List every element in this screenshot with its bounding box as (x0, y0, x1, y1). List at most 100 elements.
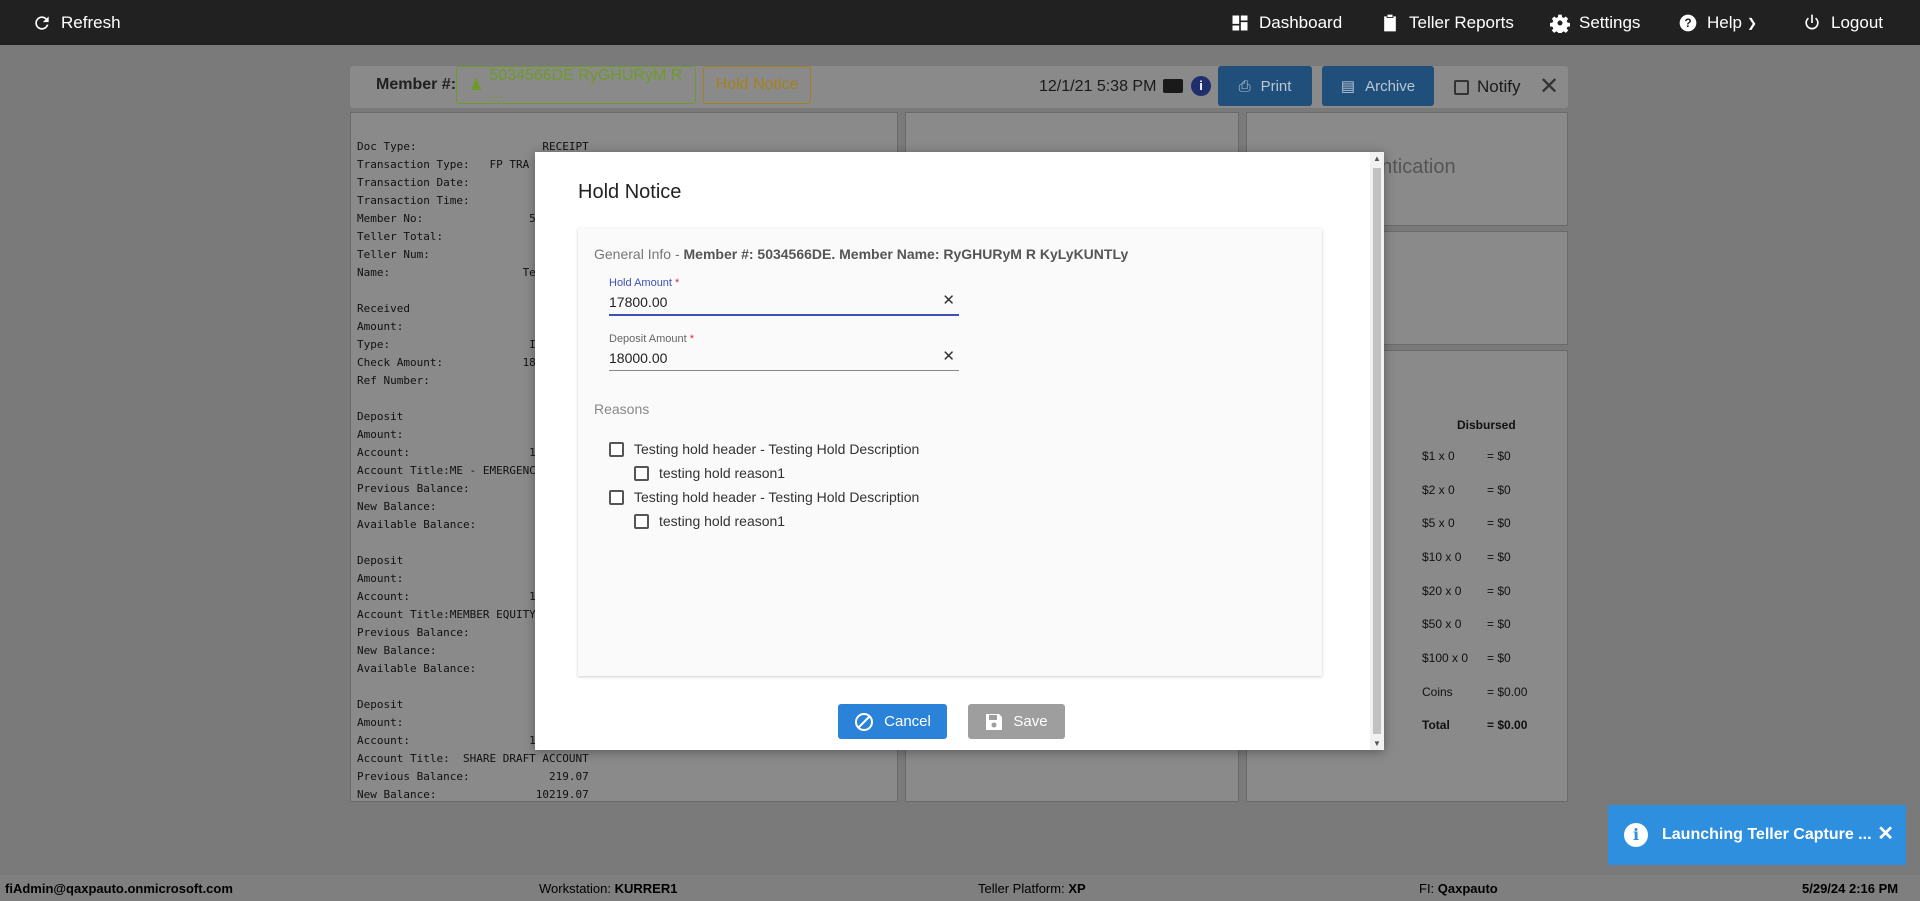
settings-link[interactable]: Settings (1550, 0, 1640, 45)
close-icon[interactable]: ✕ (1539, 72, 1559, 101)
hold-amount-label: Hold Amount * (609, 277, 680, 289)
refresh-button[interactable]: Refresh (32, 0, 121, 45)
settings-label: Settings (1579, 12, 1641, 32)
teller-reports-label: Teller Reports (1409, 12, 1514, 32)
reason-header-label: Testing hold header - Testing Hold Descr… (634, 489, 920, 505)
archive-label: Archive (1365, 77, 1416, 95)
disbursed-denomination: $1 x 0 (1422, 449, 1455, 463)
disbursed-amount: = $0 (1487, 550, 1511, 564)
save-button[interactable]: Save (968, 704, 1065, 739)
disbursed-denomination: $5 x 0 (1422, 516, 1455, 530)
scroll-up-icon[interactable]: ▲ (1373, 154, 1381, 163)
status-fi: FI: Qaxpauto (1419, 881, 1498, 896)
notify-checkbox-box[interactable] (1454, 79, 1469, 95)
info-icon[interactable]: i (1191, 76, 1211, 96)
logout-label: Logout (1831, 12, 1883, 32)
print-button[interactable]: ⎙ Print (1218, 66, 1312, 106)
member-chip[interactable]: ♟ 5034566DE RyGHURyM R ... (456, 66, 696, 104)
status-bar: fiAdmin@qaxpauto.onmicrosoft.com Worksta… (0, 875, 1920, 901)
general-info: General Info - Member #: 5034566DE. Memb… (594, 246, 1128, 262)
toast-notification: i Launching Teller Capture ... ✕ (1608, 805, 1906, 865)
save-label: Save (1013, 713, 1048, 730)
dialog-title: Hold Notice (578, 181, 682, 203)
deposit-amount-field: Deposit Amount * ✕ (609, 333, 959, 371)
disbursed-row: $20 x 0 = $0 (1422, 584, 1562, 598)
dialog-scrollbar[interactable]: ▲ ▼ (1370, 152, 1384, 750)
general-info-card: General Info - Member #: 5034566DE. Memb… (578, 228, 1322, 676)
disbursed-amount: = $0.00 (1487, 718, 1528, 732)
help-menu[interactable]: ? Help ❯ (1678, 0, 1757, 45)
user-icon: ♟ (469, 77, 484, 94)
teller-reports-link[interactable]: Teller Reports (1380, 0, 1514, 45)
disbursed-amount: = $0 (1487, 617, 1511, 631)
disbursed-amount: = $0 (1487, 651, 1511, 665)
disbursed-amount: = $0 (1487, 516, 1511, 530)
status-user: fiAdmin@qaxpauto.onmicrosoft.com (5, 881, 233, 896)
clear-hold-amount-icon[interactable]: ✕ (942, 291, 955, 309)
reasons-label: Reasons (594, 401, 650, 417)
dashboard-link[interactable]: Dashboard (1230, 0, 1342, 45)
general-info-detail: Member #: 5034566DE. Member Name: RyGHUR… (683, 246, 1129, 262)
print-label: Print (1260, 77, 1292, 95)
disbursed-row: $1 x 0 = $0 (1422, 449, 1562, 463)
archive-icon: ▤ (1340, 78, 1356, 95)
hold-amount-field: Hold Amount * ✕ (609, 277, 959, 316)
disbursed-row: $100 x 0 = $0 (1422, 651, 1562, 665)
reason-label: testing hold reason1 (659, 465, 786, 481)
disbursed-denomination: $50 x 0 (1422, 617, 1462, 631)
power-icon (1805, 14, 1819, 29)
reason-header-checkbox[interactable]: Testing hold header - Testing Hold Descr… (609, 441, 919, 457)
disbursed-header: Disbursed (1457, 418, 1516, 432)
printer-icon: ⎙ (1238, 77, 1251, 95)
keyboard-icon[interactable] (1163, 79, 1183, 93)
status-datetime: 5/29/24 2:16 PM (1802, 881, 1899, 896)
disbursed-total-row: Total = $0.00 (1422, 718, 1562, 732)
floppy-disk-icon (986, 713, 1003, 730)
reason-checkbox[interactable]: testing hold reason1 (634, 513, 785, 529)
dashboard-label: Dashboard (1259, 12, 1343, 32)
dialog-scrollbar-thumb[interactable] (1373, 168, 1381, 734)
disbursed-amount: = $0 (1487, 483, 1511, 497)
cancel-button[interactable]: Cancel (838, 704, 947, 739)
disbursed-amount: = $0 (1487, 584, 1511, 598)
member-number-label: Member #: (376, 76, 457, 93)
clear-deposit-amount-icon[interactable]: ✕ (942, 347, 955, 365)
disbursed-row: $10 x 0 = $0 (1422, 550, 1562, 564)
info-icon: i (1624, 823, 1648, 847)
hold-notice-chip[interactable]: Hold Notice (703, 66, 811, 104)
svg-text:?: ? (1684, 17, 1691, 30)
cancel-icon (855, 712, 874, 731)
close-toast-icon[interactable]: ✕ (1877, 821, 1894, 846)
deposit-amount-input[interactable] (609, 345, 959, 370)
archive-button[interactable]: ▤ Archive (1322, 66, 1434, 106)
disbursed-amount: = $0.00 (1487, 685, 1528, 699)
reason-checkbox-box[interactable] (634, 465, 649, 481)
disbursed-denomination: Total (1422, 718, 1450, 732)
disbursed-row: $50 x 0 = $0 (1422, 617, 1562, 631)
hold-amount-input[interactable] (609, 289, 959, 314)
logout-link[interactable]: Logout (1802, 0, 1883, 45)
deposit-amount-label: Deposit Amount * (609, 333, 694, 345)
disbursed-denomination: $100 x 0 (1422, 651, 1469, 665)
help-icon: ? (1679, 14, 1697, 31)
disbursed-amount: = $0 (1487, 449, 1511, 463)
chevron-down-icon: ❯ (1746, 15, 1758, 30)
disbursed-row: $2 x 0 = $0 (1422, 483, 1562, 497)
cancel-label: Cancel (884, 713, 931, 730)
hold-notice-dialog: Hold Notice General Info - Member #: 503… (535, 152, 1384, 750)
help-label: Help (1707, 12, 1742, 32)
disbursed-denomination: Coins (1422, 685, 1453, 699)
deposit-amount-underline (609, 370, 959, 371)
notify-checkbox[interactable]: Notify (1454, 77, 1520, 97)
reason-checkbox[interactable]: testing hold reason1 (634, 465, 785, 481)
reason-header-checkbox-box[interactable] (609, 489, 624, 505)
scroll-down-icon[interactable]: ▼ (1373, 739, 1381, 748)
reason-header-label: Testing hold header - Testing Hold Descr… (634, 441, 920, 457)
reason-checkbox-box[interactable] (634, 513, 649, 529)
reason-header-checkbox[interactable]: Testing hold header - Testing Hold Descr… (609, 489, 919, 505)
toast-message: Launching Teller Capture ... (1662, 826, 1872, 843)
hold-amount-underline (609, 314, 959, 316)
member-chip-label: 5034566DE RyGHURyM R ... (489, 67, 683, 102)
reason-header-checkbox-box[interactable] (609, 441, 624, 457)
hold-notice-chip-label: Hold Notice (715, 76, 799, 93)
